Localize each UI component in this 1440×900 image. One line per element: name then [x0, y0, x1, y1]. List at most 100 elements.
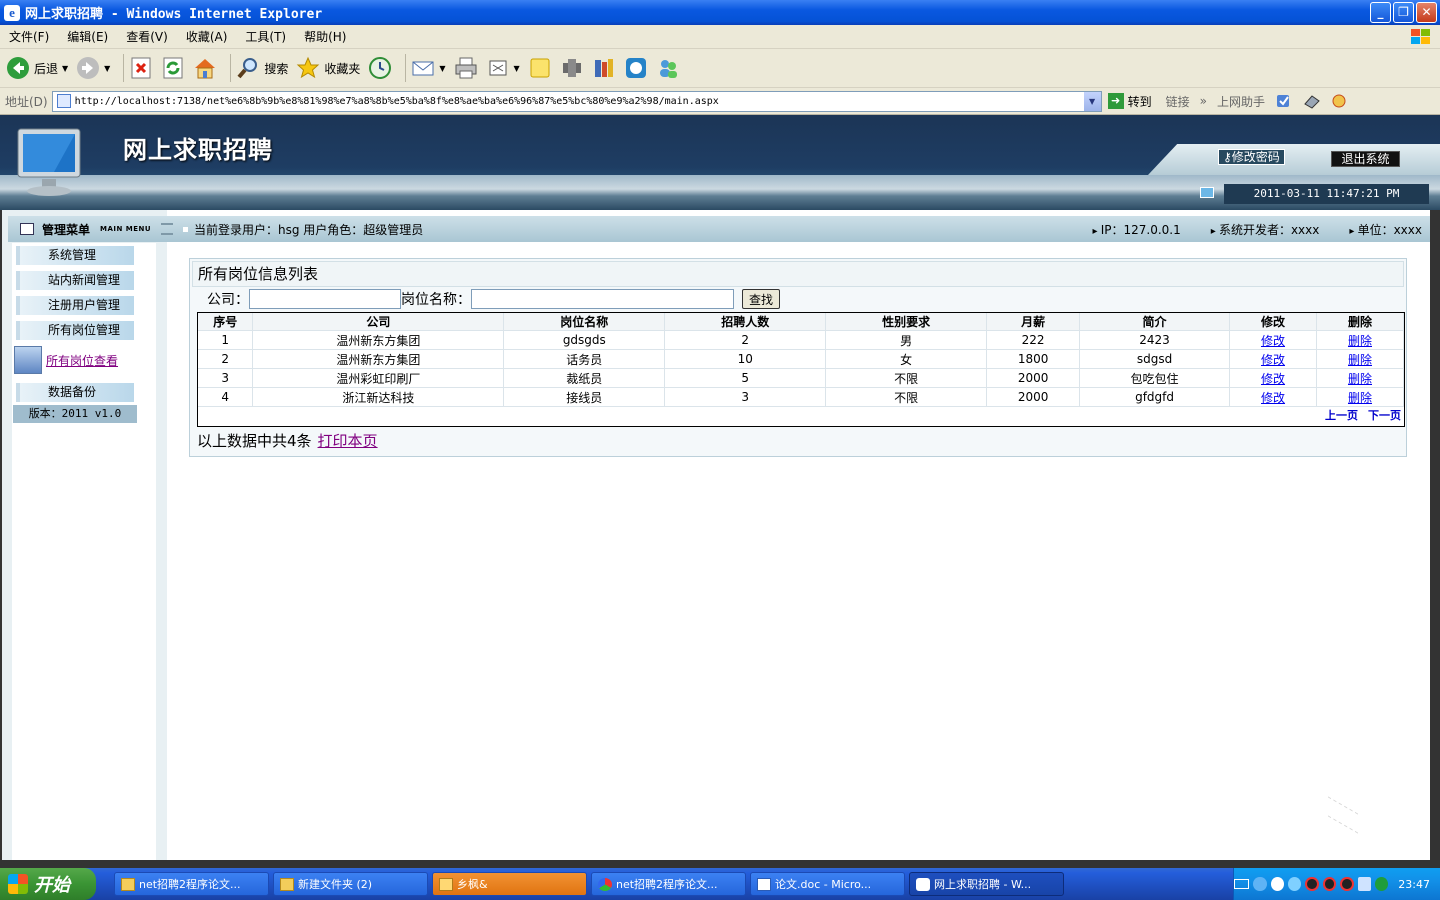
home-button[interactable]	[193, 56, 217, 80]
address-url[interactable]: http://localhost:7138/net%e6%8b%9b%e8%81…	[75, 96, 719, 107]
menu-help[interactable]: 帮助(H)	[295, 28, 355, 45]
task-label: 论文.doc - Micro...	[775, 878, 872, 891]
cell-intro: 包吃包住	[1079, 368, 1231, 388]
eraser-icon[interactable]	[1303, 93, 1321, 109]
menu-lines-icon[interactable]	[161, 223, 173, 235]
chevron-down-icon[interactable]: ▼	[1083, 91, 1101, 111]
window-titlebar: e 网上求职招聘 - Windows Internet Explorer _ ❐…	[0, 0, 1440, 25]
menu-edit[interactable]: 编辑(E)	[58, 28, 117, 45]
col-header-company: 公司	[252, 313, 505, 331]
chevron-right-icon[interactable]: »	[1200, 94, 1207, 108]
menu-favorites[interactable]: 收藏(A)	[177, 28, 237, 45]
cell-edit: 修改	[1229, 368, 1317, 388]
company-input[interactable]	[249, 289, 401, 309]
edit-link[interactable]: 修改	[1261, 391, 1285, 405]
chevron-down-icon[interactable]: ▼	[514, 64, 520, 73]
chevron-down-icon[interactable]: ▼	[62, 64, 68, 73]
col-header-salary: 月薪	[986, 313, 1081, 331]
info-right: IP：127.0.0.1 系统开发者：xxxx 单位：xxxx	[1093, 221, 1430, 238]
view-jobs-link[interactable]: 所有岗位查看	[46, 352, 118, 369]
users-icon	[659, 60, 677, 78]
start-button[interactable]: 开始	[0, 868, 96, 900]
sidebar-item-jobs[interactable]: 所有岗位管理	[16, 321, 134, 340]
task-label: 网上求职招聘 - W...	[934, 878, 1032, 891]
print-page-link[interactable]: 打印本页	[318, 432, 378, 450]
stop-icon	[131, 57, 151, 79]
forward-button[interactable]: ▼	[76, 56, 110, 80]
research-button[interactable]	[560, 56, 584, 80]
cell-intro: sdgsd	[1079, 349, 1231, 369]
note-button[interactable]	[528, 56, 552, 80]
go-button[interactable]: ➜ 转到	[1107, 93, 1152, 110]
tray-icon-shield[interactable]	[1375, 877, 1389, 891]
delete-link[interactable]: 删除	[1348, 372, 1372, 386]
chevron-down-icon[interactable]: ▼	[104, 64, 110, 73]
taskbar-item-folder-1[interactable]: net招聘2程序论文...	[114, 872, 269, 896]
prev-page-link[interactable]: 上一页	[1325, 407, 1358, 423]
tray-icon-network[interactable]	[1287, 877, 1302, 891]
delete-link[interactable]: 删除	[1348, 334, 1372, 348]
taskbar-item-folder-2[interactable]: 新建文件夹 (2)	[273, 872, 428, 896]
sidebar-item-news[interactable]: 站内新闻管理	[16, 271, 134, 290]
mail-button[interactable]: ▼	[411, 56, 446, 80]
printer-icon	[455, 57, 477, 79]
col-header-intro: 简介	[1079, 313, 1231, 331]
taskbar-item-doc-folder[interactable]: net招聘2程序论文...	[591, 872, 746, 896]
summary-text: 以上数据中共4条	[197, 432, 312, 450]
document-window-icon	[14, 346, 42, 374]
menu-view[interactable]: 查看(V)	[117, 28, 177, 45]
menu-subtitle: MAIN MENU	[100, 225, 152, 233]
search-button[interactable]: 查找	[742, 289, 781, 309]
tray-icon-qq-3[interactable]	[1340, 877, 1354, 891]
minimize-button[interactable]: _	[1370, 2, 1391, 23]
edit-button[interactable]: ▼	[486, 56, 520, 80]
favorites-button[interactable]: 收藏夹	[296, 56, 360, 80]
change-password-button[interactable]: ⚷修改密码	[1218, 149, 1285, 165]
close-button[interactable]: ✕	[1416, 2, 1437, 23]
refresh-button[interactable]	[161, 56, 185, 80]
tray-icon-qq-1[interactable]	[1305, 877, 1319, 891]
print-button[interactable]	[454, 56, 478, 80]
menu-tools[interactable]: 工具(T)	[236, 28, 295, 45]
menu-file[interactable]: 文件(F)	[0, 28, 58, 45]
taskbar-item-word[interactable]: 论文.doc - Micro...	[750, 872, 905, 896]
messenger-button[interactable]	[592, 56, 616, 80]
alert-icon[interactable]	[1331, 93, 1349, 109]
stop-button[interactable]	[129, 56, 153, 80]
sidebar-item-system[interactable]: 系统管理	[16, 246, 134, 265]
next-page-link[interactable]: 下一页	[1368, 407, 1401, 423]
tray-icon-display[interactable]	[1357, 877, 1371, 891]
taskbar-item-chat[interactable]: 乡枫&	[432, 872, 587, 896]
links-button[interactable]: 链接	[1166, 93, 1190, 110]
keyboard-icon[interactable]	[1234, 879, 1250, 889]
address-input[interactable]: http://localhost:7138/net%e6%8b%9b%e8%81…	[51, 90, 1102, 112]
cell-no: 2	[198, 349, 254, 369]
taskbar-item-ie[interactable]: 网上求职招聘 - W...	[909, 872, 1064, 896]
edit-link[interactable]: 修改	[1261, 334, 1285, 348]
job-name-label: 岗位名称：	[401, 292, 471, 308]
search-button[interactable]: 搜索	[236, 56, 288, 80]
logout-button[interactable]: 退出系统	[1331, 151, 1400, 167]
back-button[interactable]: 后退 ▼	[6, 56, 68, 80]
edit-link[interactable]: 修改	[1261, 353, 1285, 367]
helper-button[interactable]: 上网助手	[1217, 93, 1265, 110]
chevron-left-icon[interactable]	[1253, 877, 1267, 891]
tray-icon-qq-2[interactable]	[1322, 877, 1337, 891]
job-name-input[interactable]	[471, 289, 734, 309]
tray-icon-search[interactable]	[1270, 877, 1284, 891]
panel-title: 所有岗位信息列表	[192, 261, 1404, 287]
chevron-down-icon[interactable]: ▼	[439, 64, 445, 73]
shield-icon[interactable]	[1275, 93, 1293, 109]
edit-link[interactable]: 修改	[1261, 372, 1285, 386]
restore-button[interactable]: ❐	[1393, 2, 1414, 23]
delete-link[interactable]: 删除	[1348, 353, 1372, 367]
sidebar-item-users[interactable]: 注册用户管理	[16, 296, 134, 315]
cell-company: 温州彩虹印刷厂	[252, 368, 505, 388]
delete-link[interactable]: 删除	[1348, 391, 1372, 405]
history-button[interactable]	[368, 56, 392, 80]
developer-text: 系统开发者：xxxx	[1211, 221, 1319, 238]
sidebar-item-backup[interactable]: 数据备份	[16, 383, 134, 402]
qq-button[interactable]	[624, 56, 648, 80]
users-button[interactable]	[656, 56, 680, 80]
sidebar-link-view-jobs[interactable]: 所有岗位查看	[14, 346, 118, 374]
